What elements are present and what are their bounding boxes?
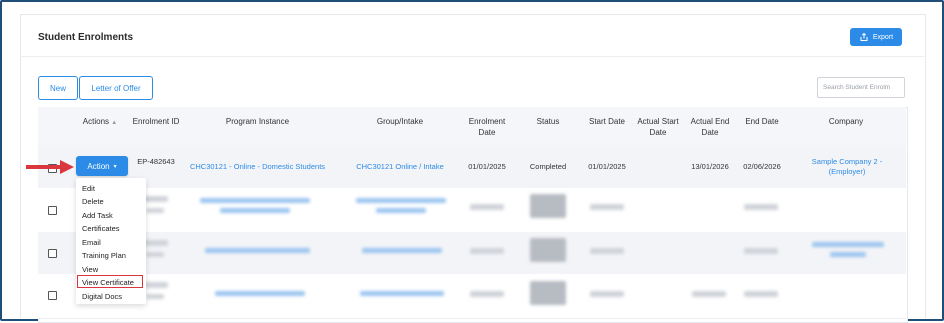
cell-enrolment-id: EP-482643 [137,157,175,166]
menu-item-certificates[interactable]: Certificates [82,224,120,233]
blurred-cell [360,291,444,296]
blurred-cell [530,194,566,218]
highlight-box [77,275,143,288]
blurred-cell [692,291,726,297]
blurred-cell [200,198,310,203]
action-dropdown-button[interactable]: Action ▾ [76,156,128,176]
menu-item-email[interactable]: Email [82,238,101,247]
blurred-cell [812,242,884,247]
blurred-cell [205,248,310,253]
col-enrolment-id[interactable]: Enrolment ID [130,116,182,127]
letter-of-offer-button[interactable]: Letter of Offer [79,76,153,100]
blurred-cell [470,248,504,254]
col-end-date[interactable]: End Date [736,116,788,127]
blurred-cell [220,208,290,213]
col-actual-end-date[interactable]: Actual End Date [686,116,734,138]
cell-group-intake[interactable]: CHC30121 Online / Intake [340,162,460,172]
sort-icon: ▲ [111,120,118,126]
menu-item-delete[interactable]: Delete [82,197,104,206]
cell-company[interactable]: Sample Company 2 - (Employer) [804,157,890,177]
cell-actual-end-date: 13/01/2026 [691,162,729,171]
blurred-cell [744,204,778,210]
blurred-cell [590,248,624,254]
export-button[interactable]: Export [850,28,902,46]
blurred-cell [376,208,426,213]
search-input[interactable]: Search Student Enrolm [817,77,905,98]
menu-item-view[interactable]: View [82,265,98,274]
blurred-cell [530,281,566,305]
action-label: Action [87,161,110,171]
blurred-cell [215,291,305,296]
page-title: Student Enrolments [38,32,134,43]
cell-program-instance[interactable]: CHC30121 - Online - Domestic Students [185,162,330,172]
row-checkbox[interactable] [48,206,57,215]
cell-end-date: 02/06/2026 [743,162,781,171]
new-button[interactable]: New [38,76,78,100]
table-row [38,188,906,233]
col-actions[interactable]: Actions ▲ [76,116,124,129]
cell-enrolment-date: 01/01/2025 [468,162,506,171]
cell-start-date: 01/01/2025 [588,162,626,171]
export-icon [860,32,868,41]
blurred-cell [470,204,504,210]
col-status[interactable]: Status [522,116,574,127]
blurred-cell [146,208,164,213]
blurred-cell [146,294,164,299]
blurred-cell [470,291,504,297]
blurred-cell [590,204,624,210]
col-enrolment-date[interactable]: Enrolment Date [462,116,512,138]
menu-item-add-task[interactable]: Add Task [82,211,113,220]
blurred-cell [362,248,442,253]
blurred-cell [744,291,778,297]
blurred-cell [530,238,566,262]
arrow-right-icon [26,160,74,174]
blurred-cell [356,198,446,203]
row-checkbox[interactable] [48,249,57,258]
export-label: Export [872,33,894,41]
cell-status: Completed [529,162,567,171]
caret-down-icon: ▾ [113,163,117,170]
blurred-cell [590,291,624,297]
blurred-cell [146,252,164,257]
row-checkbox[interactable] [48,291,57,300]
col-program-instance[interactable]: Program Instance [185,116,330,127]
menu-item-digital-docs[interactable]: Digital Docs [82,292,122,301]
header-divider [20,56,924,57]
blurred-cell [744,248,778,254]
col-group-intake[interactable]: Group/Intake [340,116,460,127]
col-company[interactable]: Company [800,116,892,127]
col-actual-start-date[interactable]: Actual Start Date [634,116,682,138]
col-start-date[interactable]: Start Date [580,116,634,127]
menu-item-edit[interactable]: Edit [82,184,95,193]
menu-item-training-plan[interactable]: Training Plan [82,251,126,260]
blurred-cell [830,252,866,257]
